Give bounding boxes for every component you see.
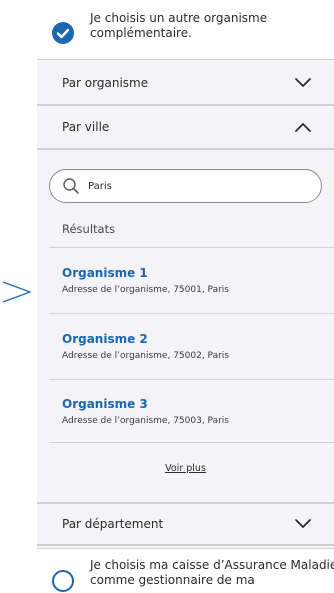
option-other-organism-label: Je choisis un autre organisme complément…: [90, 11, 268, 40]
result-name[interactable]: Organisme 3: [62, 396, 322, 412]
arrow-right-icon: [2, 281, 32, 303]
option-assurance-maladie-line2: comme gestionnaire de ma: [90, 573, 255, 587]
radio-circle-icon[interactable]: [52, 570, 74, 592]
result-item[interactable]: Organisme 1 Adresse de l’organisme, 7500…: [62, 265, 322, 297]
option-assurance-maladie-label: Je choisis ma caisse d’Assurance Maladie…: [90, 558, 334, 588]
results-heading: Résultats: [62, 222, 116, 236]
check-icon[interactable]: [52, 22, 74, 44]
result-item[interactable]: Organisme 3 Adresse de l’organisme, 7500…: [62, 396, 322, 428]
option-assurance-maladie-line1: Je choisis ma caisse d’Assurance Maladie: [90, 558, 334, 572]
result-address: Adresse de l’organisme, 75003, Paris: [62, 416, 229, 426]
result-divider: [49, 313, 334, 314]
result-name[interactable]: Organisme 1: [62, 265, 322, 281]
see-more-link[interactable]: Voir plus: [37, 463, 334, 474]
search-icon: [63, 178, 79, 194]
results-divider: [49, 247, 334, 248]
accordion-par-organisme[interactable]: Par organisme: [37, 62, 334, 106]
result-address: Adresse de l’organisme, 75001, Paris: [62, 285, 229, 295]
city-search-box[interactable]: [49, 169, 322, 203]
chevron-down-icon: [295, 78, 311, 87]
result-name[interactable]: Organisme 2: [62, 331, 322, 347]
result-item[interactable]: Organisme 2 Adresse de l’organisme, 7500…: [62, 331, 322, 363]
organism-selection-panel: Je choisis un autre organisme complément…: [37, 0, 334, 593]
city-search-input[interactable]: [88, 180, 288, 192]
accordion-par-organisme-label: Par organisme: [62, 76, 149, 90]
option-assurance-maladie[interactable]: Je choisis ma caisse d’Assurance Maladie…: [37, 548, 334, 593]
page: Je choisis un autre organisme complément…: [0, 0, 334, 593]
accordion-par-departement-label: Par département: [62, 517, 164, 531]
result-divider: [49, 379, 334, 380]
chevron-down-icon: [295, 519, 311, 528]
result-divider: [49, 442, 334, 443]
accordion-par-ville[interactable]: Par ville: [37, 106, 334, 150]
option-other-organism[interactable]: Je choisis un autre organisme complément…: [37, 0, 334, 60]
chevron-up-icon: [295, 123, 311, 132]
accordion-par-ville-label: Par ville: [62, 120, 110, 134]
result-address: Adresse de l’organisme, 75002, Paris: [62, 351, 229, 361]
accordion-par-departement[interactable]: Par département: [37, 502, 334, 546]
